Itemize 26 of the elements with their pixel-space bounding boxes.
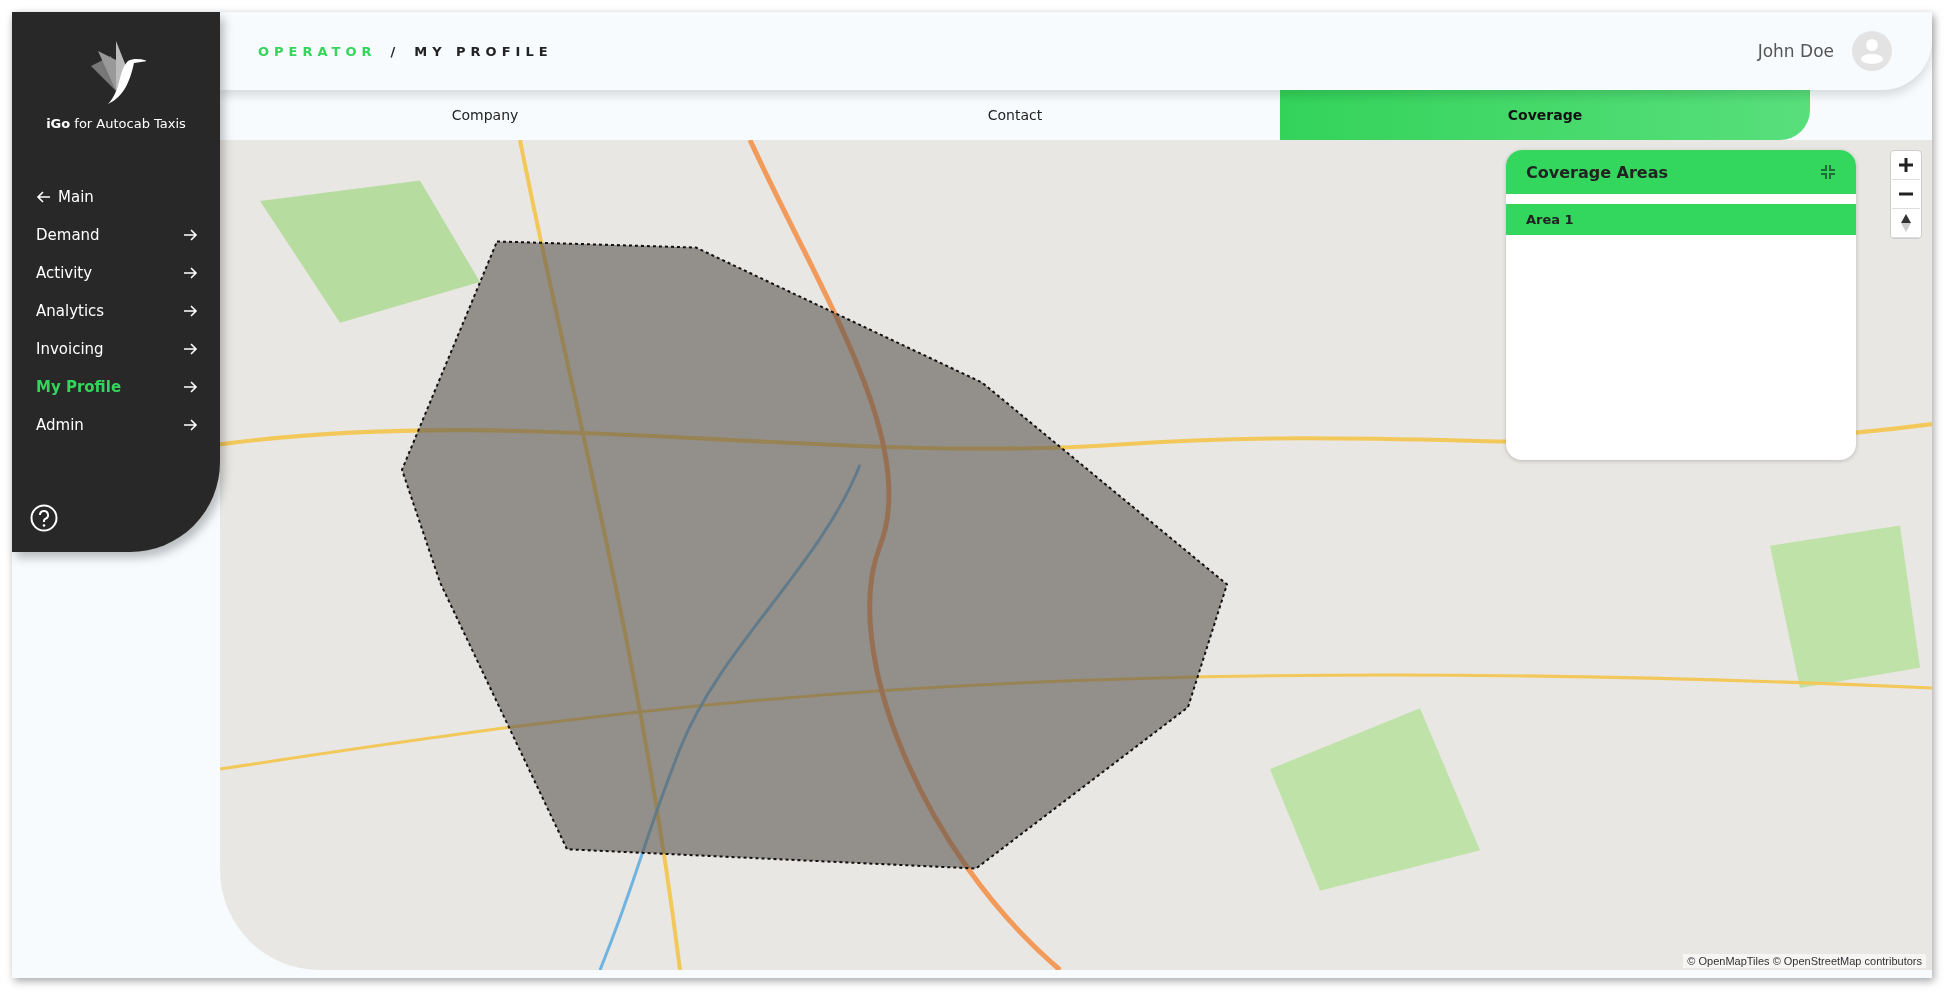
- brand-name: iGo for Autocab Taxis: [46, 116, 186, 131]
- breadcrumb-page: MY PROFILE: [414, 43, 553, 59]
- help-icon[interactable]: [30, 504, 58, 532]
- arrow-icon: [182, 303, 198, 319]
- arrow-icon: [182, 265, 198, 281]
- arrow-icon: [182, 227, 198, 243]
- tab[interactable]: Contact: [750, 90, 1280, 140]
- nav-item[interactable]: Admin: [36, 413, 198, 437]
- arrow-icon: [182, 341, 198, 357]
- collapse-icon[interactable]: [1820, 164, 1836, 180]
- nav-item[interactable]: Analytics: [36, 299, 198, 323]
- nav-item[interactable]: Activity: [36, 261, 198, 285]
- map-attribution: © OpenMapTiles © OpenStreetMap contributors: [1683, 954, 1926, 968]
- breadcrumb-separator: /: [390, 43, 401, 59]
- back-arrow-icon: [36, 189, 52, 205]
- tab[interactable]: Coverage: [1280, 90, 1810, 140]
- area-item[interactable]: Area 1: [1506, 204, 1856, 235]
- nav-item[interactable]: Invoicing: [36, 337, 198, 361]
- back-link[interactable]: Main: [36, 185, 198, 209]
- arrow-icon: [182, 417, 198, 433]
- tab[interactable]: Company: [220, 90, 750, 140]
- arrow-icon: [182, 379, 198, 395]
- user-name: John Doe: [1757, 41, 1834, 61]
- nav-item[interactable]: Demand: [36, 223, 198, 247]
- nav-item[interactable]: My Profile: [36, 375, 198, 399]
- panel-title: Coverage Areas: [1526, 162, 1669, 182]
